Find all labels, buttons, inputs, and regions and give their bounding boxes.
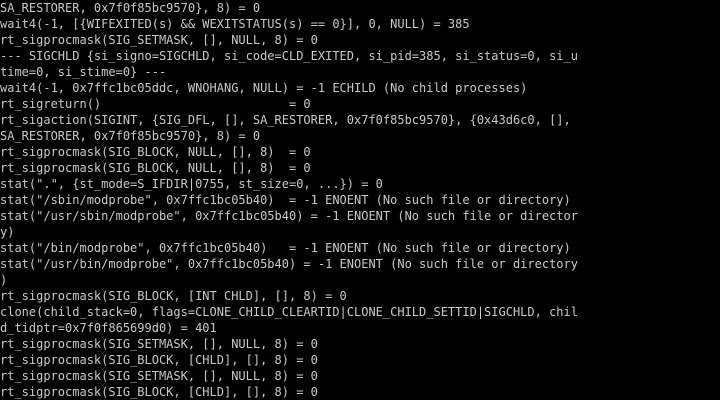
terminal-line: stat("/usr/sbin/modprobe", 0x7ffc1bc05b4… xyxy=(0,209,578,223)
terminal-console[interactable]: SA_RESTORER, 0x7f0f85bc9570}, 8) = 0 wai… xyxy=(0,0,720,400)
terminal-line: rt_sigprocmask(SIG_BLOCK, [CHLD], [], 8)… xyxy=(0,353,318,367)
terminal-line: stat("/usr/bin/modprobe", 0x7ffc1bc05b40… xyxy=(0,257,578,271)
terminal-line: SA_RESTORER, 0x7f0f85bc9570}, 8) = 0 xyxy=(0,129,261,143)
terminal-line: rt_sigprocmask(SIG_SETMASK, [], NULL, 8)… xyxy=(0,33,318,47)
terminal-line: rt_sigprocmask(SIG_SETMASK, [], NULL, 8)… xyxy=(0,369,318,383)
terminal-line: rt_sigprocmask(SIG_BLOCK, NULL, [], 8) =… xyxy=(0,161,311,175)
terminal-line: --- SIGCHLD {si_signo=SIGCHLD, si_code=C… xyxy=(0,49,578,63)
terminal-line: clone(child_stack=0, flags=CLONE_CHILD_C… xyxy=(0,305,578,319)
terminal-line: stat("/sbin/modprobe", 0x7ffc1bc05b40) =… xyxy=(0,193,571,207)
terminal-line: wait4(-1, 0x7ffc1bc05ddc, WNOHANG, NULL)… xyxy=(0,81,528,95)
terminal-line: rt_sigprocmask(SIG_BLOCK, NULL, [], 8) =… xyxy=(0,145,311,159)
terminal-line: stat("/bin/modprobe", 0x7ffc1bc05b40) = … xyxy=(0,241,571,255)
terminal-line: stat(".", {st_mode=S_IFDIR|0755, st_size… xyxy=(0,177,383,191)
terminal-line: wait4(-1, [{WIFEXITED(s) && WEXITSTATUS(… xyxy=(0,17,470,31)
terminal-line: time=0, si_stime=0} --- xyxy=(0,65,167,79)
terminal-line: y) xyxy=(0,225,15,239)
terminal-line: rt_sigprocmask(SIG_BLOCK, [CHLD], [], 8)… xyxy=(0,385,318,399)
terminal-line: rt_sigprocmask(SIG_BLOCK, [INT CHLD], []… xyxy=(0,289,347,303)
terminal-line: rt_sigaction(SIGINT, {SIG_DFL, [], SA_RE… xyxy=(0,113,571,127)
terminal-line: rt_sigreturn() = 0 xyxy=(0,97,311,111)
terminal-line: d_tidptr=0x7f0f865699d0) = 401 xyxy=(0,321,217,335)
terminal-line: rt_sigprocmask(SIG_SETMASK, [], NULL, 8)… xyxy=(0,337,318,351)
terminal-line: ) xyxy=(0,273,8,287)
terminal-line: SA_RESTORER, 0x7f0f85bc9570}, 8) = 0 xyxy=(0,1,261,15)
